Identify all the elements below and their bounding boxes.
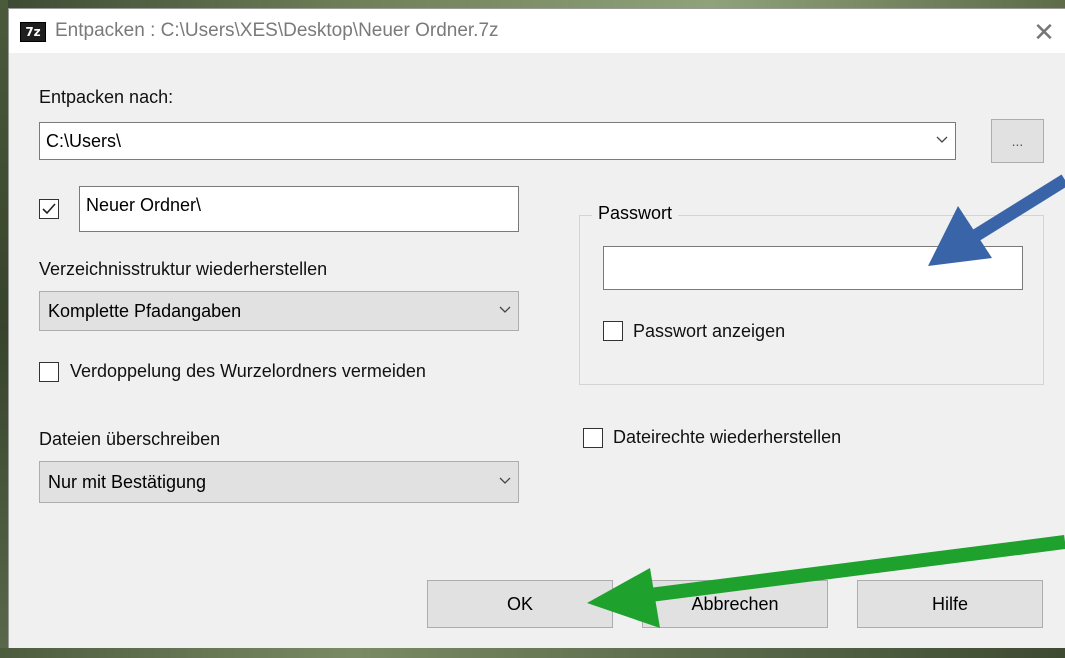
extract-to-value: C:\Users\ xyxy=(46,131,122,151)
restore-permissions-checkbox[interactable] xyxy=(583,428,603,448)
password-group xyxy=(579,215,1044,385)
subfolder-checkbox[interactable] xyxy=(39,199,59,219)
browse-button[interactable]: ... xyxy=(991,119,1044,163)
chevron-down-icon xyxy=(498,302,512,316)
avoid-duplicate-root-checkbox[interactable] xyxy=(39,362,59,382)
overwrite-selected: Nur mit Bestätigung xyxy=(48,471,207,492)
extract-to-combobox[interactable]: C:\Users\ xyxy=(39,122,956,160)
7zip-app-icon: 7z xyxy=(20,22,46,42)
show-password-checkbox[interactable] xyxy=(603,321,623,341)
window-title: Entpacken : C:\Users\XES\Desktop\Neuer O… xyxy=(55,20,499,41)
password-input[interactable] xyxy=(603,246,1023,290)
extract-dialog: 7z Entpacken : C:\Users\XES\Desktop\Neue… xyxy=(8,8,1065,648)
path-structure-select[interactable]: Komplette Pfadangaben xyxy=(39,291,519,331)
subfolder-name-value: Neuer Ordner\ xyxy=(86,195,202,215)
show-password-label: Passwort anzeigen xyxy=(633,321,786,341)
checkmark-icon xyxy=(42,203,56,215)
help-button[interactable]: Hilfe xyxy=(857,580,1043,628)
path-structure-label: Verzeichnisstruktur wiederherstellen xyxy=(39,259,328,279)
ok-button[interactable]: OK xyxy=(427,580,613,628)
overwrite-select[interactable]: Nur mit Bestätigung xyxy=(39,461,519,503)
chevron-down-icon[interactable] xyxy=(935,132,949,146)
close-icon[interactable]: ✕ xyxy=(1027,15,1061,49)
desktop-background-bottom xyxy=(0,648,1065,658)
path-structure-selected: Komplette Pfadangaben xyxy=(48,300,242,321)
desktop-background-left xyxy=(0,0,8,658)
extract-to-label: Entpacken nach: xyxy=(39,87,174,107)
overwrite-label: Dateien überschreiben xyxy=(39,429,221,449)
avoid-duplicate-root-label: Verdoppelung des Wurzelordners vermeiden xyxy=(70,361,426,381)
restore-permissions-label: Dateirechte wiederherstellen xyxy=(613,427,842,447)
password-group-label: Passwort xyxy=(592,203,679,224)
subfolder-name-input[interactable]: Neuer Ordner\ xyxy=(79,186,519,232)
cancel-button[interactable]: Abbrechen xyxy=(642,580,828,628)
title-bar: 7z Entpacken : C:\Users\XES\Desktop\Neue… xyxy=(9,9,1065,53)
chevron-down-icon xyxy=(498,473,512,487)
